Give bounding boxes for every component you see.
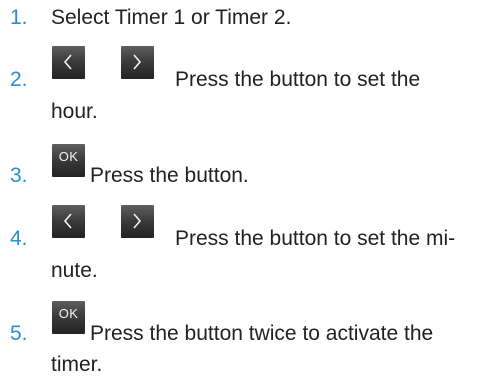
previous-button — [52, 46, 85, 79]
step-text: Press the button. — [90, 164, 249, 187]
step-text: Select Timer 1 or Timer 2. — [51, 6, 292, 29]
step-text: Press the button to set the mi- — [175, 227, 456, 250]
ok-button: OK — [52, 144, 85, 177]
step-text: Press the button twice to activate the — [90, 322, 434, 345]
next-button — [121, 205, 154, 238]
chevron-left-icon — [63, 54, 72, 70]
step-text-continued: timer. — [51, 353, 103, 376]
step-text-continued: nute. — [51, 259, 98, 282]
step-number: 2. — [10, 68, 28, 91]
step-number: 3. — [10, 164, 28, 187]
ok-button: OK — [52, 301, 85, 334]
step-number: 5. — [10, 322, 28, 345]
step-text-continued: hour. — [51, 100, 98, 123]
step-number: 4. — [10, 227, 28, 250]
previous-button — [52, 205, 85, 238]
chevron-left-icon — [63, 213, 72, 229]
chevron-right-icon — [133, 213, 142, 229]
step-number: 1. — [10, 6, 28, 29]
next-button — [121, 46, 154, 79]
chevron-right-icon — [133, 54, 142, 70]
step-text: Press the button to set the — [175, 68, 421, 91]
